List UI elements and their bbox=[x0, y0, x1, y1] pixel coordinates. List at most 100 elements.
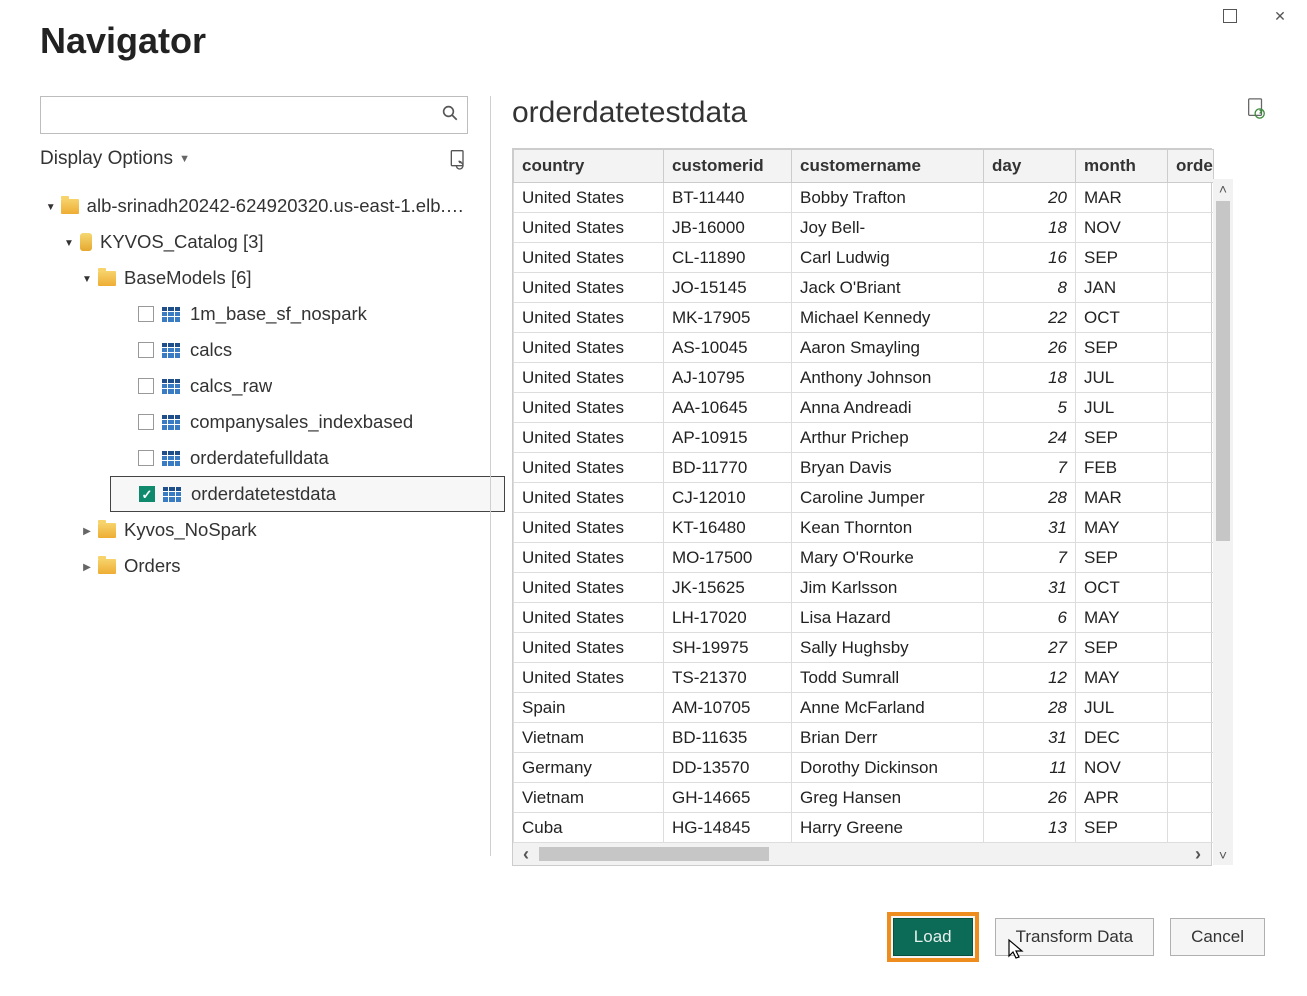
tree-node-table[interactable]: 1m_base_sf_nospark bbox=[40, 296, 470, 332]
table-cell: MAY bbox=[1076, 603, 1168, 633]
close-button[interactable]: ✕ bbox=[1269, 5, 1291, 27]
table-row[interactable]: United StatesBD-11770Bryan Davis7FEB bbox=[514, 453, 1214, 483]
caret-icon[interactable] bbox=[80, 523, 94, 537]
load-button[interactable]: Load bbox=[893, 918, 973, 956]
checkbox[interactable] bbox=[138, 450, 154, 466]
table-cell bbox=[1168, 783, 1214, 813]
tree-node-table[interactable]: calcs bbox=[40, 332, 470, 368]
checkbox[interactable] bbox=[138, 378, 154, 394]
table-cell: SEP bbox=[1076, 243, 1168, 273]
tree-node-root[interactable]: alb-srinadh20242-624920320.us-east-1.elb… bbox=[40, 188, 470, 224]
table-row[interactable]: United StatesCL-11890Carl Ludwig16SEP bbox=[514, 243, 1214, 273]
database-icon bbox=[80, 233, 92, 251]
table-row[interactable]: United StatesBT-11440Bobby Trafton20MAR bbox=[514, 183, 1214, 213]
table-cell: HG-14845 bbox=[664, 813, 792, 843]
tree-node-table-selected[interactable]: orderdatetestdata bbox=[110, 476, 505, 512]
table-cell: Brian Derr bbox=[792, 723, 984, 753]
table-cell: LH-17020 bbox=[664, 603, 792, 633]
table-cell: BD-11770 bbox=[664, 453, 792, 483]
pane-divider[interactable] bbox=[490, 96, 491, 856]
scroll-down-arrow[interactable]: ˅ bbox=[1219, 845, 1227, 865]
tree-node-table[interactable]: companysales_indexbased bbox=[40, 404, 470, 440]
table-row[interactable]: United StatesAP-10915Arthur Prichep24SEP bbox=[514, 423, 1214, 453]
table-row[interactable]: United StatesKT-16480Kean Thornton31MAY bbox=[514, 513, 1214, 543]
column-header[interactable]: day bbox=[984, 150, 1076, 183]
table-cell: 24 bbox=[984, 423, 1076, 453]
table-row[interactable]: United StatesLH-17020Lisa Hazard6MAY bbox=[514, 603, 1214, 633]
folder-icon bbox=[61, 199, 78, 214]
caret-icon[interactable] bbox=[80, 271, 94, 285]
tree-node-folder[interactable]: Orders bbox=[40, 548, 470, 584]
table-row[interactable]: United StatesJO-15145Jack O'Briant8JAN bbox=[514, 273, 1214, 303]
table-cell: CL-11890 bbox=[664, 243, 792, 273]
table-row[interactable]: GermanyDD-13570Dorothy Dickinson11NOV bbox=[514, 753, 1214, 783]
table-cell: United States bbox=[514, 573, 664, 603]
column-header[interactable]: country bbox=[514, 150, 664, 183]
table-cell: Vietnam bbox=[514, 783, 664, 813]
table-cell bbox=[1168, 453, 1214, 483]
column-header[interactable]: customername bbox=[792, 150, 984, 183]
horizontal-scrollbar[interactable]: ‹ › bbox=[513, 843, 1211, 865]
horizontal-scroll-thumb[interactable] bbox=[539, 847, 769, 861]
vertical-scrollbar[interactable]: ˄ ˅ bbox=[1213, 179, 1233, 865]
checkbox[interactable] bbox=[138, 306, 154, 322]
table-cell: Vietnam bbox=[514, 723, 664, 753]
search-input[interactable] bbox=[41, 97, 467, 133]
checkbox[interactable] bbox=[138, 414, 154, 430]
display-options-dropdown[interactable]: Display Options ▼ bbox=[40, 148, 190, 170]
table-icon bbox=[162, 307, 180, 322]
search-icon[interactable] bbox=[441, 104, 459, 126]
tree-node-folder[interactable]: Kyvos_NoSpark bbox=[40, 512, 470, 548]
table-row[interactable]: SpainAM-10705Anne McFarland28JUL bbox=[514, 693, 1214, 723]
cancel-button[interactable]: Cancel bbox=[1170, 918, 1265, 956]
table-row[interactable]: United StatesCJ-12010Caroline Jumper28MA… bbox=[514, 483, 1214, 513]
scroll-up-arrow[interactable]: ˄ bbox=[1219, 179, 1227, 199]
table-row[interactable]: VietnamBD-11635Brian Derr31DEC bbox=[514, 723, 1214, 753]
column-header[interactable]: customerid bbox=[664, 150, 792, 183]
tree-label: KYVOS_Catalog [3] bbox=[100, 231, 264, 253]
checkbox[interactable] bbox=[138, 342, 154, 358]
caret-icon[interactable] bbox=[44, 199, 57, 213]
tree-node-table[interactable]: orderdatefulldata bbox=[40, 440, 470, 476]
table-row[interactable]: United StatesMO-17500Mary O'Rourke7SEP bbox=[514, 543, 1214, 573]
table-cell bbox=[1168, 753, 1214, 783]
table-row[interactable]: United StatesSH-19975Sally Hughsby27SEP bbox=[514, 633, 1214, 663]
vertical-scroll-thumb[interactable] bbox=[1216, 201, 1230, 541]
table-row[interactable]: United StatesTS-21370Todd Sumrall12MAY bbox=[514, 663, 1214, 693]
table-cell: Arthur Prichep bbox=[792, 423, 984, 453]
table-cell: Anne McFarland bbox=[792, 693, 984, 723]
table-row[interactable]: United StatesAS-10045Aaron Smayling26SEP bbox=[514, 333, 1214, 363]
table-cell bbox=[1168, 543, 1214, 573]
table-cell: United States bbox=[514, 513, 664, 543]
refresh-preview-icon[interactable] bbox=[1245, 96, 1267, 124]
transform-data-button[interactable]: Transform Data bbox=[995, 918, 1154, 956]
table-cell: Dorothy Dickinson bbox=[792, 753, 984, 783]
tree-node-table[interactable]: calcs_raw bbox=[40, 368, 470, 404]
column-header[interactable]: order bbox=[1168, 150, 1214, 183]
table-row[interactable]: United StatesJB-16000Joy Bell-18NOV bbox=[514, 213, 1214, 243]
scroll-left-arrow[interactable]: ‹ bbox=[513, 844, 539, 865]
tree-node-catalog[interactable]: KYVOS_Catalog [3] bbox=[40, 224, 470, 260]
checkbox-checked[interactable] bbox=[139, 486, 155, 502]
tree-label: orderdatefulldata bbox=[190, 447, 329, 469]
tree-node-basemodels[interactable]: BaseModels [6] bbox=[40, 260, 470, 296]
caret-icon[interactable] bbox=[80, 559, 94, 573]
tree-label: Kyvos_NoSpark bbox=[124, 519, 257, 541]
table-row[interactable]: United StatesJK-15625Jim Karlsson31OCT bbox=[514, 573, 1214, 603]
caret-icon[interactable] bbox=[62, 235, 76, 249]
table-row[interactable]: CubaHG-14845Harry Greene13SEP bbox=[514, 813, 1214, 843]
table-row[interactable]: United StatesAJ-10795Anthony Johnson18JU… bbox=[514, 363, 1214, 393]
table-cell: 11 bbox=[984, 753, 1076, 783]
column-header[interactable]: month bbox=[1076, 150, 1168, 183]
refresh-icon[interactable] bbox=[448, 148, 468, 170]
scroll-right-arrow[interactable]: › bbox=[1185, 844, 1211, 865]
search-field[interactable] bbox=[40, 96, 468, 134]
table-row[interactable]: VietnamGH-14665Greg Hansen26APR bbox=[514, 783, 1214, 813]
maximize-button[interactable] bbox=[1219, 5, 1241, 27]
table-cell: Caroline Jumper bbox=[792, 483, 984, 513]
table-row[interactable]: United StatesAA-10645Anna Andreadi5JUL bbox=[514, 393, 1214, 423]
table-cell: JK-15625 bbox=[664, 573, 792, 603]
table-cell: Anna Andreadi bbox=[792, 393, 984, 423]
table-cell: 8 bbox=[984, 273, 1076, 303]
table-row[interactable]: United StatesMK-17905Michael Kennedy22OC… bbox=[514, 303, 1214, 333]
